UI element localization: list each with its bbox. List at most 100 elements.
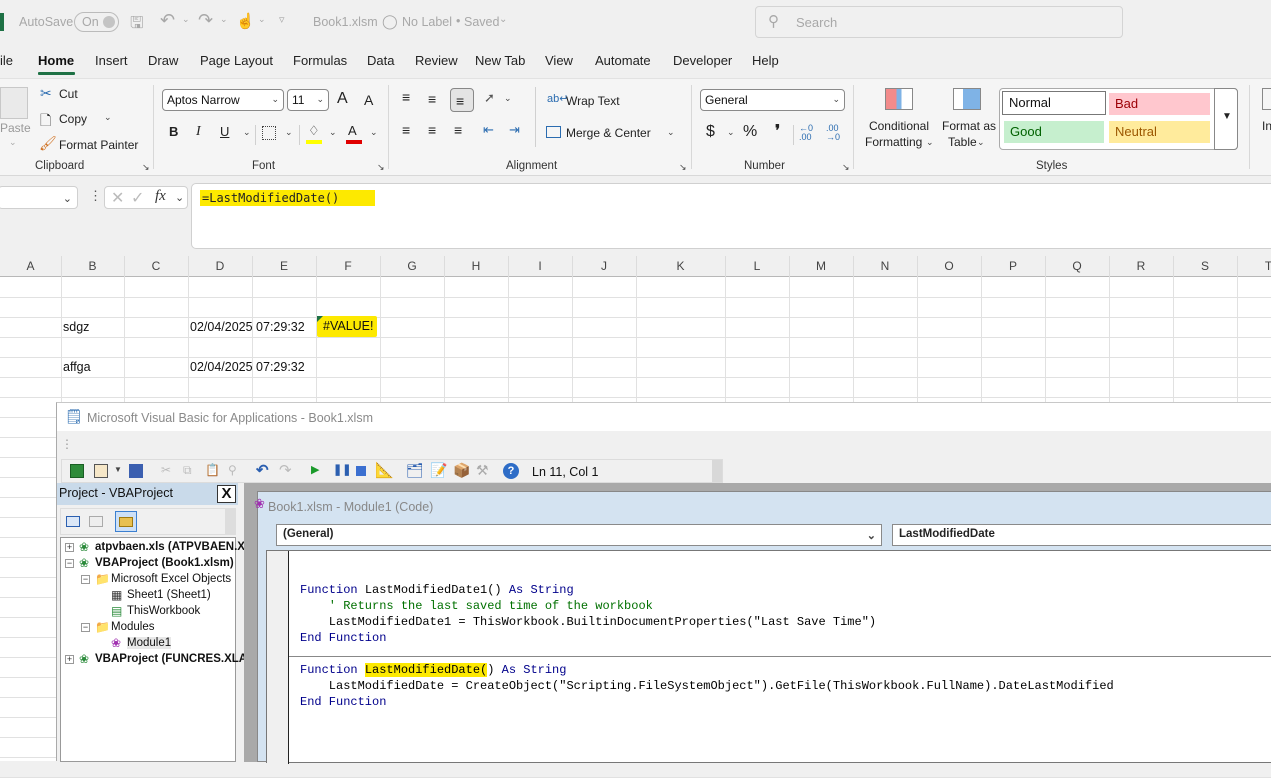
conditional-formatting-dropdown-icon[interactable]: ⌄ — [926, 137, 934, 148]
project-tree-item[interactable]: VBAProject (FUNCRES.XLAM) — [95, 653, 260, 665]
chevron-down-icon[interactable]: ⌄ — [175, 191, 184, 204]
undo-dropdown-icon[interactable]: ⌄ — [182, 14, 190, 25]
format-as-table-label-2[interactable]: Table — [948, 135, 977, 149]
customize-qat-icon[interactable]: ▿ — [279, 13, 285, 26]
increase-indent-icon[interactable]: ⇥ — [509, 122, 520, 138]
column-header-f[interactable]: F — [316, 259, 380, 273]
conditional-formatting-label-1[interactable]: Conditional — [866, 119, 932, 133]
orientation-dropdown-icon[interactable]: ⌄ — [504, 93, 512, 104]
decrease-decimal-icon[interactable]: .00 →0 — [826, 124, 840, 142]
font-color-button[interactable]: A — [348, 123, 357, 138]
save-status[interactable]: Saved — [464, 15, 499, 29]
design-mode-icon[interactable]: 📐 — [375, 461, 394, 479]
style-bad[interactable]: Bad — [1109, 93, 1210, 115]
toolbar-options-icon[interactable] — [225, 509, 235, 534]
styles-more-button[interactable]: ▼ — [1214, 88, 1238, 150]
insert-cells-icon[interactable] — [1262, 88, 1271, 110]
undo-icon[interactable]: ↶ — [160, 10, 175, 31]
object-browser-icon[interactable]: 📦 — [453, 462, 470, 479]
code-line[interactable]: Function LastModifiedDate() As String — [300, 663, 566, 677]
copy-icon[interactable]: ⧉ — [183, 463, 192, 478]
tab-formulas[interactable]: Formulas — [293, 53, 347, 68]
wrap-text-button[interactable]: Wrap Text — [566, 94, 620, 108]
copy-button[interactable]: Copy — [59, 112, 87, 126]
run-icon[interactable]: ▶ — [311, 463, 319, 476]
column-header-h[interactable]: H — [444, 259, 508, 273]
save-status-chevron-icon[interactable]: ⌄ — [499, 14, 507, 25]
alignment-launcher-icon[interactable]: ↘ — [679, 162, 687, 173]
formula-bar-grip-icon[interactable]: ⋮ — [89, 188, 102, 204]
collapse-icon[interactable]: − — [81, 623, 90, 632]
project-tree-item[interactable]: VBAProject (Book1.xlsm) — [95, 557, 234, 569]
clipboard-launcher-icon[interactable]: ↘ — [142, 162, 150, 173]
cut-icon[interactable]: ✂ — [161, 463, 171, 477]
paste-icon[interactable] — [0, 87, 28, 119]
font-launcher-icon[interactable]: ↘ — [377, 162, 385, 173]
font-color-dropdown-icon[interactable]: ⌄ — [370, 127, 378, 138]
merge-center-button[interactable]: Merge & Center — [566, 126, 651, 140]
tab-home[interactable]: Home — [38, 53, 74, 68]
borders-icon[interactable] — [262, 126, 276, 140]
style-normal[interactable]: Normal — [1002, 91, 1106, 115]
align-center-icon[interactable]: ≡ — [428, 122, 436, 138]
cell-f3[interactable]: #VALUE! — [317, 316, 377, 337]
column-header-t[interactable]: T — [1237, 259, 1271, 273]
bold-button[interactable]: B — [169, 124, 178, 139]
copy-dropdown-icon[interactable]: ⌄ — [104, 112, 112, 123]
save-icon[interactable]: 🖫 — [130, 12, 144, 39]
procedure-combo[interactable]: LastModifiedDate — [892, 524, 1271, 546]
code-line[interactable]: LastModifiedDate = CreateObject("Scripti… — [300, 679, 1114, 693]
align-right-icon[interactable]: ≡ — [454, 122, 462, 138]
cell-d3[interactable]: 02/04/2025 07:29:32 — [190, 320, 305, 334]
decrease-indent-icon[interactable]: ⇤ — [483, 122, 494, 138]
file-name[interactable]: Book1.xlsm — [313, 15, 378, 29]
cancel-icon[interactable]: ✕ — [111, 188, 124, 208]
tab-insert[interactable]: Insert — [95, 53, 128, 68]
name-box[interactable]: ⌄ — [0, 186, 78, 209]
currency-dropdown-icon[interactable]: ⌄ — [727, 127, 735, 138]
view-excel-icon[interactable] — [70, 464, 84, 478]
underline-dropdown-icon[interactable]: ⌄ — [243, 127, 251, 138]
toggle-folders-button[interactable] — [115, 511, 137, 532]
redo-icon[interactable]: ↷ — [279, 461, 292, 479]
toolbox-icon[interactable]: ⚒ — [476, 462, 489, 479]
column-header-o[interactable]: O — [917, 259, 981, 273]
paste-button[interactable]: Paste — [0, 121, 31, 135]
column-header-d[interactable]: D — [188, 259, 252, 273]
column-header-j[interactable]: J — [572, 259, 636, 273]
column-header-m[interactable]: M — [789, 259, 853, 273]
insert-function-button[interactable]: fx — [155, 188, 166, 205]
font-name-dropdown[interactable]: Aptos Narrow ⌄ — [162, 89, 284, 111]
column-header-r[interactable]: R — [1109, 259, 1173, 273]
tab-review[interactable]: Review — [415, 53, 458, 68]
properties-window-icon[interactable]: 📝 — [430, 462, 447, 479]
redo-icon[interactable]: ↷ — [198, 10, 213, 31]
search-box[interactable]: ⚲ Search — [755, 6, 1123, 38]
collapse-icon[interactable]: − — [81, 575, 90, 584]
column-header-q[interactable]: Q — [1045, 259, 1109, 273]
tab-draw[interactable]: Draw — [148, 53, 178, 68]
align-middle-icon[interactable]: ≡ — [428, 91, 436, 107]
fill-color-dropdown-icon[interactable]: ⌄ — [329, 127, 337, 138]
project-explorer-icon[interactable]: 🗂 — [406, 462, 424, 479]
style-neutral[interactable]: Neutral — [1109, 121, 1210, 143]
column-header-p[interactable]: P — [981, 259, 1045, 273]
column-header-b[interactable]: B — [61, 259, 124, 273]
tab-developer[interactable]: Developer — [673, 53, 732, 68]
redo-dropdown-icon[interactable]: ⌄ — [220, 14, 228, 25]
code-line[interactable]: ' Returns the last saved time of the wor… — [300, 599, 653, 613]
currency-button[interactable]: $ — [706, 123, 715, 141]
close-project-explorer-button[interactable]: X — [217, 485, 236, 503]
column-header-k[interactable]: K — [636, 259, 725, 273]
column-header-a[interactable]: A — [0, 259, 61, 273]
save-icon[interactable] — [129, 464, 143, 478]
project-tree-item[interactable]: Microsoft Excel Objects — [111, 573, 231, 585]
undo-icon[interactable]: ↶ — [256, 461, 269, 479]
cell-b3[interactable]: sdgz — [63, 320, 89, 334]
tab-view[interactable]: View — [545, 53, 573, 68]
column-header-g[interactable]: G — [380, 259, 444, 273]
view-object-icon[interactable] — [89, 516, 103, 527]
tab-data[interactable]: Data — [367, 53, 394, 68]
code-editor[interactable]: Function LastModifiedDate1() As String '… — [266, 550, 1271, 764]
paste-dropdown-icon[interactable]: ⌄ — [9, 137, 17, 148]
